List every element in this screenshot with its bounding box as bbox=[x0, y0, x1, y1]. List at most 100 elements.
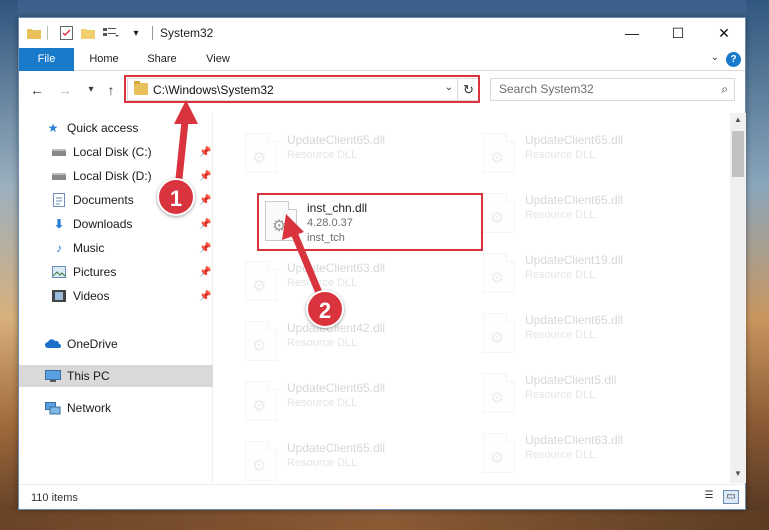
download-icon: ⬇ bbox=[53, 217, 65, 231]
title-bar: ▾ System32 — ☐ ✕ bbox=[19, 18, 745, 48]
pin-icon[interactable]: 📌 bbox=[199, 171, 211, 182]
tab-file[interactable]: File bbox=[19, 48, 74, 71]
file-name: UpdateClient65.dll bbox=[287, 441, 386, 455]
dll-file-icon: ⚙ bbox=[483, 313, 515, 353]
sidebar-item-label: This PC bbox=[67, 369, 110, 383]
tab-view[interactable]: View bbox=[195, 48, 241, 71]
search-input[interactable] bbox=[499, 82, 709, 96]
file-tile[interactable]: ⚙ UpdateClient63.dll Resource DLL bbox=[237, 255, 467, 309]
dll-file-icon: ⚙ bbox=[245, 381, 277, 421]
toolbar-divider bbox=[47, 26, 48, 40]
file-description: Resource DLL bbox=[287, 397, 358, 409]
forward-button[interactable]: → bbox=[55, 82, 75, 98]
drive-icon bbox=[51, 169, 67, 183]
dll-file-icon: ⚙ bbox=[483, 133, 515, 173]
sidebar-item-network[interactable]: Network bbox=[19, 397, 213, 419]
desktop-background-right bbox=[746, 0, 769, 530]
sidebar-item-pictures[interactable]: Pictures 📌 bbox=[19, 261, 213, 283]
search-box[interactable]: ⌕ bbox=[490, 78, 735, 101]
customize-toolbar-icon[interactable] bbox=[103, 25, 119, 41]
file-name: UpdateClient65.dll bbox=[525, 193, 624, 207]
status-bar: 110 items ☰ ▭ bbox=[19, 484, 745, 510]
quick-access-dropdown-icon[interactable]: ▾ bbox=[131, 25, 141, 41]
folder-icon bbox=[27, 25, 41, 41]
cloud-icon bbox=[45, 337, 61, 351]
scroll-up-arrow[interactable]: ▲ bbox=[730, 115, 746, 124]
file-description: Resource DLL bbox=[287, 337, 358, 349]
back-button[interactable]: ← bbox=[27, 82, 47, 98]
sidebar-item-quick-access[interactable]: ★ Quick access bbox=[19, 117, 213, 139]
file-tile[interactable]: ⚙ UpdateClient42.dll Resource DLL bbox=[237, 315, 467, 369]
file-tile[interactable]: ⚙ UpdateClient65.dll Resource DLL bbox=[237, 435, 467, 483]
minimize-button[interactable]: — bbox=[609, 18, 655, 48]
pin-icon[interactable]: 📌 bbox=[199, 243, 211, 254]
pin-icon[interactable]: 📌 bbox=[199, 195, 211, 206]
item-count: 110 items bbox=[31, 492, 78, 504]
sidebar-item-label: Videos bbox=[73, 289, 110, 303]
up-button[interactable]: ↑ bbox=[101, 82, 121, 98]
file-name: UpdateClient65.dll bbox=[525, 313, 624, 327]
pin-icon[interactable]: 📌 bbox=[199, 219, 211, 230]
sidebar-item-label: Quick access bbox=[67, 121, 139, 135]
pin-icon[interactable]: 📌 bbox=[199, 147, 211, 158]
file-name: UpdateClient19.dll bbox=[525, 253, 624, 267]
tab-home[interactable]: Home bbox=[79, 48, 129, 71]
navigation-pane: ★ Quick access Local Disk (C:) 📌 Local D… bbox=[19, 113, 213, 483]
pin-icon[interactable]: 📌 bbox=[199, 267, 211, 278]
file-tile[interactable]: ⚙ UpdateClient19.dll Resource DLL bbox=[475, 247, 705, 301]
sidebar-item-this-pc[interactable]: This PC bbox=[19, 365, 213, 387]
large-icons-view-icon[interactable]: ▭ bbox=[723, 490, 739, 504]
file-description: Resource DLL bbox=[525, 269, 596, 281]
sidebar-item-music[interactable]: ♪ Music 📌 bbox=[19, 237, 213, 259]
file-description: Resource DLL bbox=[525, 449, 596, 461]
scrollbar-thumb[interactable] bbox=[732, 131, 744, 177]
file-description: Resource DLL bbox=[287, 277, 358, 289]
sidebar-item-label: Network bbox=[67, 401, 112, 415]
videos-icon bbox=[51, 289, 67, 303]
file-tile[interactable]: ⚙ UpdateClient65.dll Resource DLL bbox=[237, 375, 467, 429]
dll-file-icon: ⚙ bbox=[483, 253, 515, 293]
dll-file-icon: ⚙ bbox=[483, 433, 515, 473]
help-icon[interactable]: ? bbox=[726, 52, 741, 67]
drive-icon bbox=[51, 145, 67, 159]
desktop-background-bottom bbox=[0, 510, 769, 530]
sidebar-item-videos[interactable]: Videos 📌 bbox=[19, 285, 213, 307]
file-tile[interactable]: ⚙ UpdateClient65.dll Resource DLL bbox=[475, 307, 705, 361]
file-name: UpdateClient5.dll bbox=[525, 373, 617, 387]
pin-icon[interactable]: 📌 bbox=[199, 291, 211, 302]
vertical-scrollbar[interactable]: ▲ ▼ bbox=[730, 113, 746, 483]
file-tile[interactable]: ⚙ UpdateClient65.dll Resource DLL bbox=[475, 187, 705, 241]
file-description: Resource DLL bbox=[525, 209, 596, 221]
chevron-down-icon[interactable]: ⌄ bbox=[711, 52, 719, 63]
details-view-icon[interactable]: ☰ bbox=[701, 490, 717, 504]
dll-file-icon: ⚙ bbox=[245, 441, 277, 481]
properties-icon[interactable] bbox=[59, 25, 73, 41]
sidebar-item-local-disk-c[interactable]: Local Disk (C:) 📌 bbox=[19, 141, 213, 163]
pictures-icon bbox=[51, 265, 67, 279]
close-button[interactable]: ✕ bbox=[701, 18, 747, 48]
recent-locations-button[interactable]: ▾ bbox=[81, 84, 101, 95]
search-icon[interactable]: ⌕ bbox=[721, 82, 728, 97]
sidebar-item-downloads[interactable]: ⬇ Downloads 📌 bbox=[19, 213, 213, 235]
new-folder-icon[interactable] bbox=[81, 25, 95, 41]
dll-file-icon: ⚙ bbox=[245, 321, 277, 361]
sidebar-item-label: Pictures bbox=[73, 265, 117, 279]
file-tile[interactable]: ⚙ UpdateClient5.dll Resource DLL bbox=[475, 367, 705, 421]
sidebar-item-label: Music bbox=[73, 241, 105, 255]
file-name: UpdateClient63.dll bbox=[525, 433, 624, 447]
window-title: System32 bbox=[160, 26, 214, 40]
file-explorer-window: ▾ System32 — ☐ ✕ File Home Share View ⌄ … bbox=[18, 17, 746, 510]
ribbon-tabs: File Home Share View ⌄ ? bbox=[19, 48, 745, 71]
file-tile[interactable]: ⚙ UpdateClient65.dll Resource DLL bbox=[475, 127, 705, 181]
sidebar-item-onedrive[interactable]: OneDrive bbox=[19, 333, 213, 355]
network-icon bbox=[45, 401, 61, 415]
tab-share[interactable]: Share bbox=[137, 48, 187, 71]
navigation-bar: ← → ▾ ↑ C:\Windows\System32 ⌄ ↻ ⌕ bbox=[19, 72, 745, 108]
file-name: UpdateClient65.dll bbox=[287, 381, 386, 395]
scroll-down-arrow[interactable]: ▼ bbox=[730, 469, 746, 478]
file-tile[interactable]: ⚙ UpdateClient65.dll Resource DLL bbox=[237, 127, 467, 181]
file-description: Resource DLL bbox=[525, 329, 596, 341]
file-highlight-box bbox=[257, 193, 483, 251]
file-tile[interactable]: ⚙ UpdateClient63.dll Resource DLL bbox=[475, 427, 705, 481]
maximize-button[interactable]: ☐ bbox=[655, 18, 701, 48]
